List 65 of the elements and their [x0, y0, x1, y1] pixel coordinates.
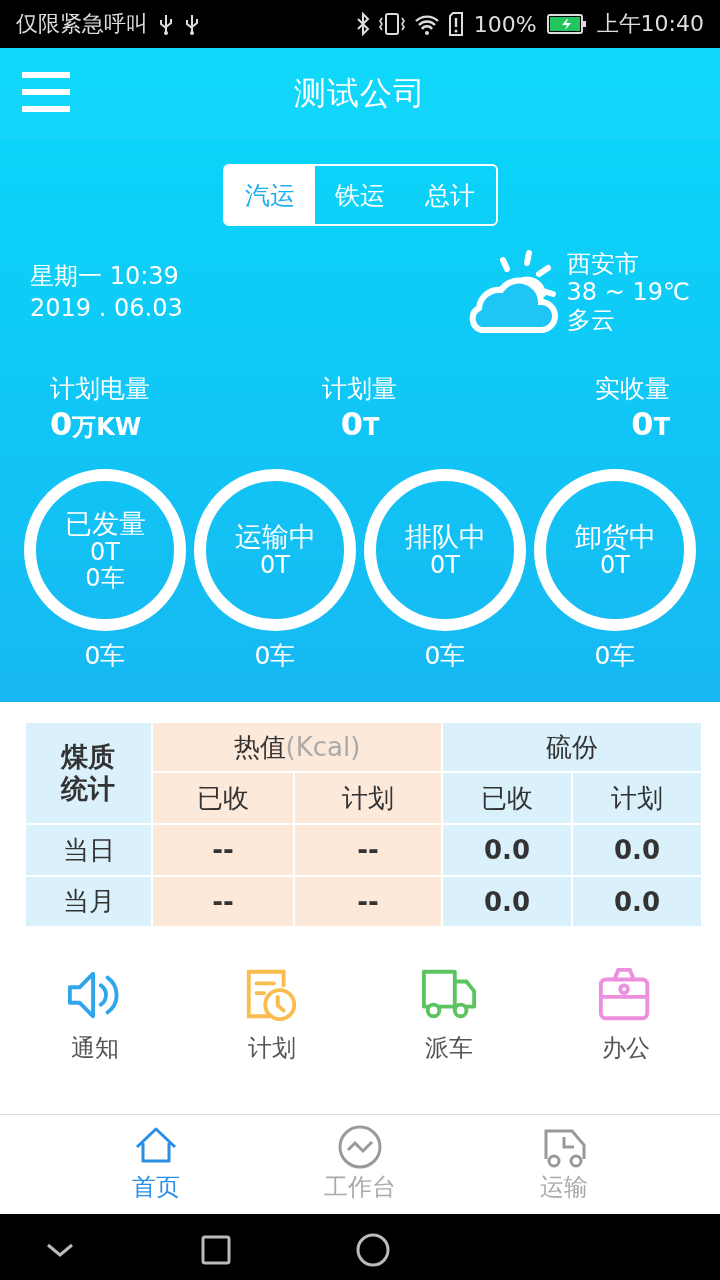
stage-value: 0车: [85, 565, 125, 591]
usb-icon: [184, 12, 200, 36]
table-cell: 0.0: [443, 877, 571, 926]
shortcut-button[interactable]: 通知: [14, 966, 175, 1114]
page-title: 测试公司: [294, 73, 426, 114]
weekday-time: 星期一 10:39: [30, 261, 180, 292]
column-group-header: 硫份: [443, 723, 701, 771]
shortcut-button[interactable]: 办公: [545, 966, 706, 1114]
column-header: 计划: [295, 773, 441, 823]
table-cell: 0.0: [573, 825, 701, 875]
table-cell: --: [153, 825, 293, 875]
recents-icon[interactable]: [201, 1235, 231, 1265]
date: 2019 . 06.03: [30, 293, 183, 324]
status-notice: 仅限紧急呼叫: [16, 10, 148, 38]
table-cell: 0.0: [573, 877, 701, 926]
stage-value: 0T: [600, 552, 630, 578]
home-icon[interactable]: [356, 1233, 390, 1267]
wifi-icon: [413, 13, 440, 35]
column-header: 已收: [153, 773, 293, 823]
vibrate-icon: [377, 12, 406, 36]
table-corner-cell: 煤质统计: [26, 723, 151, 823]
column-header: 已收: [443, 773, 571, 823]
shortcut-button[interactable]: 派车: [368, 966, 529, 1114]
tab[interactable]: 总计: [405, 166, 496, 224]
battery-icon: [546, 13, 587, 35]
column-header: 计划: [573, 773, 701, 823]
stage-label: 已发量: [64, 509, 146, 539]
stage-label: 卸货中: [574, 522, 656, 552]
stat-value: 0T: [340, 405, 380, 443]
battery-percent: 100%: [473, 11, 537, 37]
tab[interactable]: 铁运: [314, 166, 406, 224]
table-cell: --: [295, 877, 441, 926]
weather-temperature: 38 ~ 19℃: [566, 278, 690, 306]
nav-tab[interactable]: 首页: [124, 1115, 188, 1214]
table-cell: --: [295, 825, 441, 875]
stat-value: 0T: [631, 405, 670, 443]
stage-count: 0车: [594, 640, 636, 672]
table-cell: 0.0: [443, 825, 571, 875]
stage-count: 0车: [254, 640, 296, 672]
stat-label: 计划电量: [50, 373, 151, 405]
bluetooth-icon: [355, 12, 370, 36]
stage-count: 0车: [84, 640, 126, 672]
stage-value: 0T: [90, 539, 120, 565]
stage-label: 排队中: [404, 522, 486, 552]
tab[interactable]: 汽运: [224, 166, 315, 224]
clock: 上午10:40: [596, 10, 704, 38]
stat-label: 计划量: [322, 373, 398, 405]
weather-city: 西安市: [566, 250, 640, 278]
shortcut-button[interactable]: 计划: [191, 966, 352, 1114]
table-cell: --: [153, 877, 293, 926]
sim-alert-icon: [447, 12, 464, 36]
stat-label: 实收量: [595, 373, 670, 405]
nav-tab[interactable]: 工作台: [316, 1115, 404, 1214]
stage-label: 运输中: [234, 522, 316, 552]
stage-value: 0T: [430, 552, 460, 578]
column-group-header: 热值(Kcal): [153, 723, 441, 771]
row-header: 当月: [26, 877, 151, 926]
row-header: 当日: [26, 825, 151, 875]
weather-condition: 多云: [566, 306, 616, 334]
pulse-icon: [338, 1125, 382, 1169]
nav-tab[interactable]: 运输: [532, 1115, 596, 1214]
stage-value: 0T: [260, 552, 290, 578]
stat-value: 0万KW: [50, 405, 143, 443]
usb-icon: [158, 12, 174, 36]
stage-count: 0车: [424, 640, 466, 672]
